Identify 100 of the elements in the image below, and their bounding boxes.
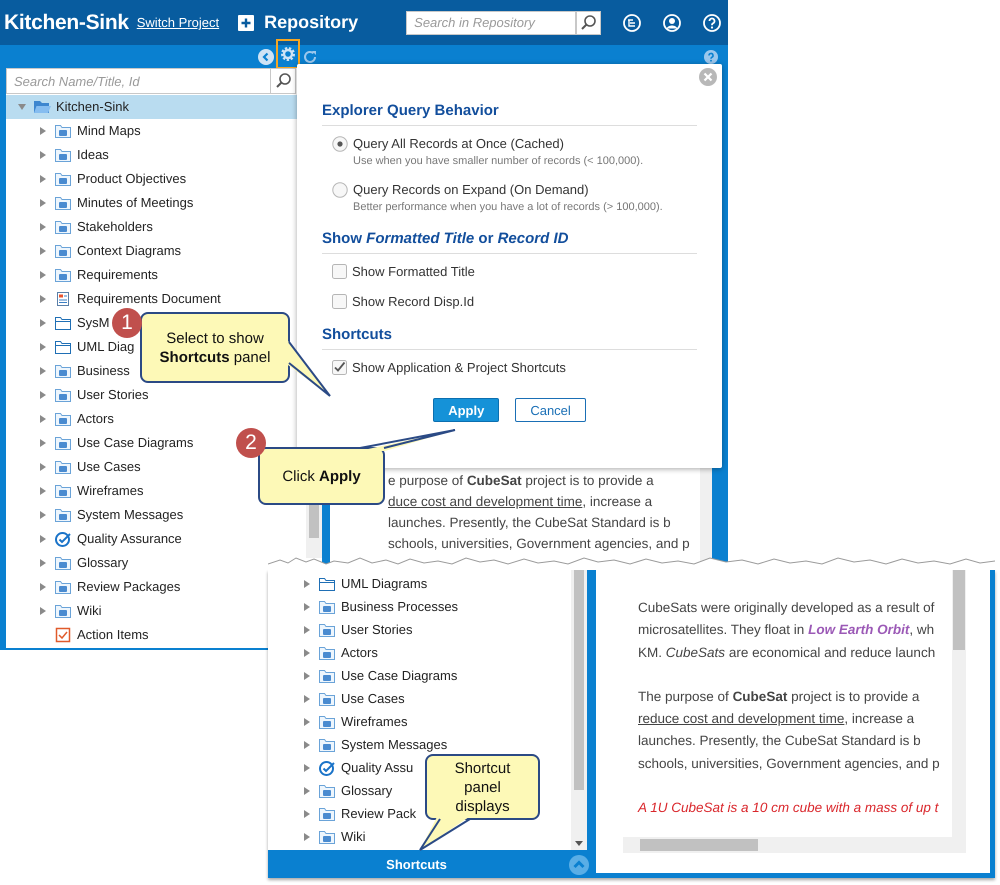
expand-arrow-icon[interactable] [38,174,48,184]
paragraph-line: schools, universities, Government agencies, and p [638,754,941,773]
expand-arrow-icon[interactable] [302,786,312,796]
tree-item[interactable]: Use Case Diagrams [341,668,458,684]
tree-item[interactable]: Minutes of Meetings [77,195,194,211]
tree-item[interactable]: Wiki [77,603,102,619]
tree-item[interactable]: Mind Maps [77,123,141,139]
expand-arrow-icon[interactable] [38,294,48,304]
expand-arrow-icon[interactable] [38,222,48,232]
tree-item[interactable]: Product Objectives [77,171,186,187]
tree-item[interactable]: UML Diagrams [341,576,428,592]
tree-item[interactable]: Review Pack [341,806,416,822]
tree-item[interactable]: User Stories [341,622,413,638]
expand-arrow-icon[interactable] [38,342,48,352]
tree-item[interactable]: Wireframes [77,483,144,499]
expand-arrow-icon[interactable] [38,534,48,544]
hierarchy-icon[interactable] [623,14,642,32]
expand-arrow-icon[interactable] [302,808,312,818]
refresh-icon[interactable] [302,48,318,64]
switch-project-link[interactable]: Switch Project [136,15,220,30]
expand-arrow-icon[interactable] [302,602,312,612]
add-icon[interactable] [238,14,254,30]
expand-arrow-icon[interactable] [302,762,312,772]
tree-item[interactable]: Use Case Diagrams [77,435,194,451]
expand-arrow-icon[interactable] [302,624,312,634]
expand-arrow-icon[interactable] [302,648,312,658]
radio-button[interactable] [332,136,348,152]
expand-arrow-icon[interactable] [38,510,48,520]
tree-item[interactable]: Glossary [341,782,392,798]
tree-item[interactable]: User Stories [77,387,149,403]
back-icon[interactable] [258,48,274,64]
tree-item[interactable]: Requirements Document [77,291,221,307]
expand-arrow-icon[interactable] [38,246,48,256]
tree-item[interactable]: System Messages [341,736,448,752]
expand-arrow-icon[interactable] [38,198,48,208]
tree-item[interactable]: SysM [77,315,110,331]
tree-item[interactable]: Quality Assu [341,760,414,776]
folder-icon [54,195,72,211]
expand-arrow-icon[interactable] [302,694,312,704]
tree-item[interactable]: Business [77,363,130,379]
tree-item[interactable]: Kitchen-Sink [56,99,129,115]
tree-item[interactable]: Business Processes [341,598,458,614]
tree-item[interactable]: Review Packages [77,579,180,595]
scrollbar[interactable] [571,570,587,850]
expand-arrow-icon[interactable] [38,462,48,472]
expand-arrow-icon[interactable] [38,126,48,136]
tree-item[interactable]: Action Items [77,627,149,643]
expand-arrow-icon[interactable] [302,670,312,680]
cancel-button[interactable]: Cancel [515,398,586,422]
checkbox[interactable] [332,264,347,279]
expand-arrow-icon[interactable] [38,606,48,616]
paragraph-line: CubeSats were originally developed as a result of [638,599,936,617]
shortcuts-bar-title[interactable]: Shortcuts [386,856,447,872]
user-icon[interactable] [663,14,682,32]
expand-arrow-icon[interactable] [38,318,48,328]
expand-arrow-icon[interactable] [302,832,312,842]
expand-arrow-icon[interactable] [38,414,48,424]
close-icon[interactable] [699,68,717,86]
tree-item[interactable]: Wiki [341,828,366,844]
scrollbar[interactable] [952,570,966,837]
search-field[interactable]: Search Name/Title, Id [6,68,270,94]
tree-item[interactable]: Requirements [77,267,158,283]
tree-item[interactable]: Quality Assurance [77,531,182,547]
search-icon[interactable] [576,10,602,34]
collapse-arrow-icon[interactable] [17,102,27,112]
settings-icon[interactable] [280,46,296,62]
tree-item[interactable]: Actors [77,411,114,427]
tree-item[interactable]: System Messages [77,507,184,523]
tree-item[interactable]: Wireframes [341,714,408,730]
search-field[interactable]: Search in Repository [406,10,576,34]
option-label: Show Application & Project Shortcuts [352,360,566,376]
collapse-up-icon[interactable] [569,855,589,875]
expand-arrow-icon[interactable] [38,390,48,400]
expand-arrow-icon[interactable] [302,716,312,726]
expand-arrow-icon[interactable] [38,150,48,160]
tree-item[interactable]: UML Diag [77,339,134,355]
search-icon[interactable] [270,68,296,94]
paragraph-line: The purpose of CubeSat project is to provide a [638,688,920,706]
expand-arrow-icon[interactable] [302,578,312,588]
tree-item[interactable]: Use Cases [77,459,141,475]
radio-button[interactable] [332,182,348,198]
tree-item[interactable]: Ideas [77,147,109,163]
expand-arrow-icon[interactable] [302,740,312,750]
help-icon[interactable] [703,14,722,32]
tree-item[interactable]: Use Cases [341,690,405,706]
scrollbar[interactable] [623,837,966,853]
tree-item[interactable]: Actors [341,644,378,660]
checkbox[interactable] [332,360,347,375]
expand-arrow-icon[interactable] [38,582,48,592]
expand-arrow-icon[interactable] [38,438,48,448]
link[interactable]: Low Earth Orbit [808,622,910,638]
expand-arrow-icon[interactable] [38,486,48,496]
expand-arrow-icon[interactable] [38,270,48,280]
tree-item[interactable]: Stakeholders [77,219,153,235]
expand-arrow-icon[interactable] [38,366,48,376]
tree-item[interactable]: Glossary [77,555,128,571]
tree-item[interactable]: Context Diagrams [77,243,182,259]
expand-arrow-icon[interactable] [38,558,48,568]
folder-icon [318,598,336,614]
checkbox[interactable] [332,294,347,309]
